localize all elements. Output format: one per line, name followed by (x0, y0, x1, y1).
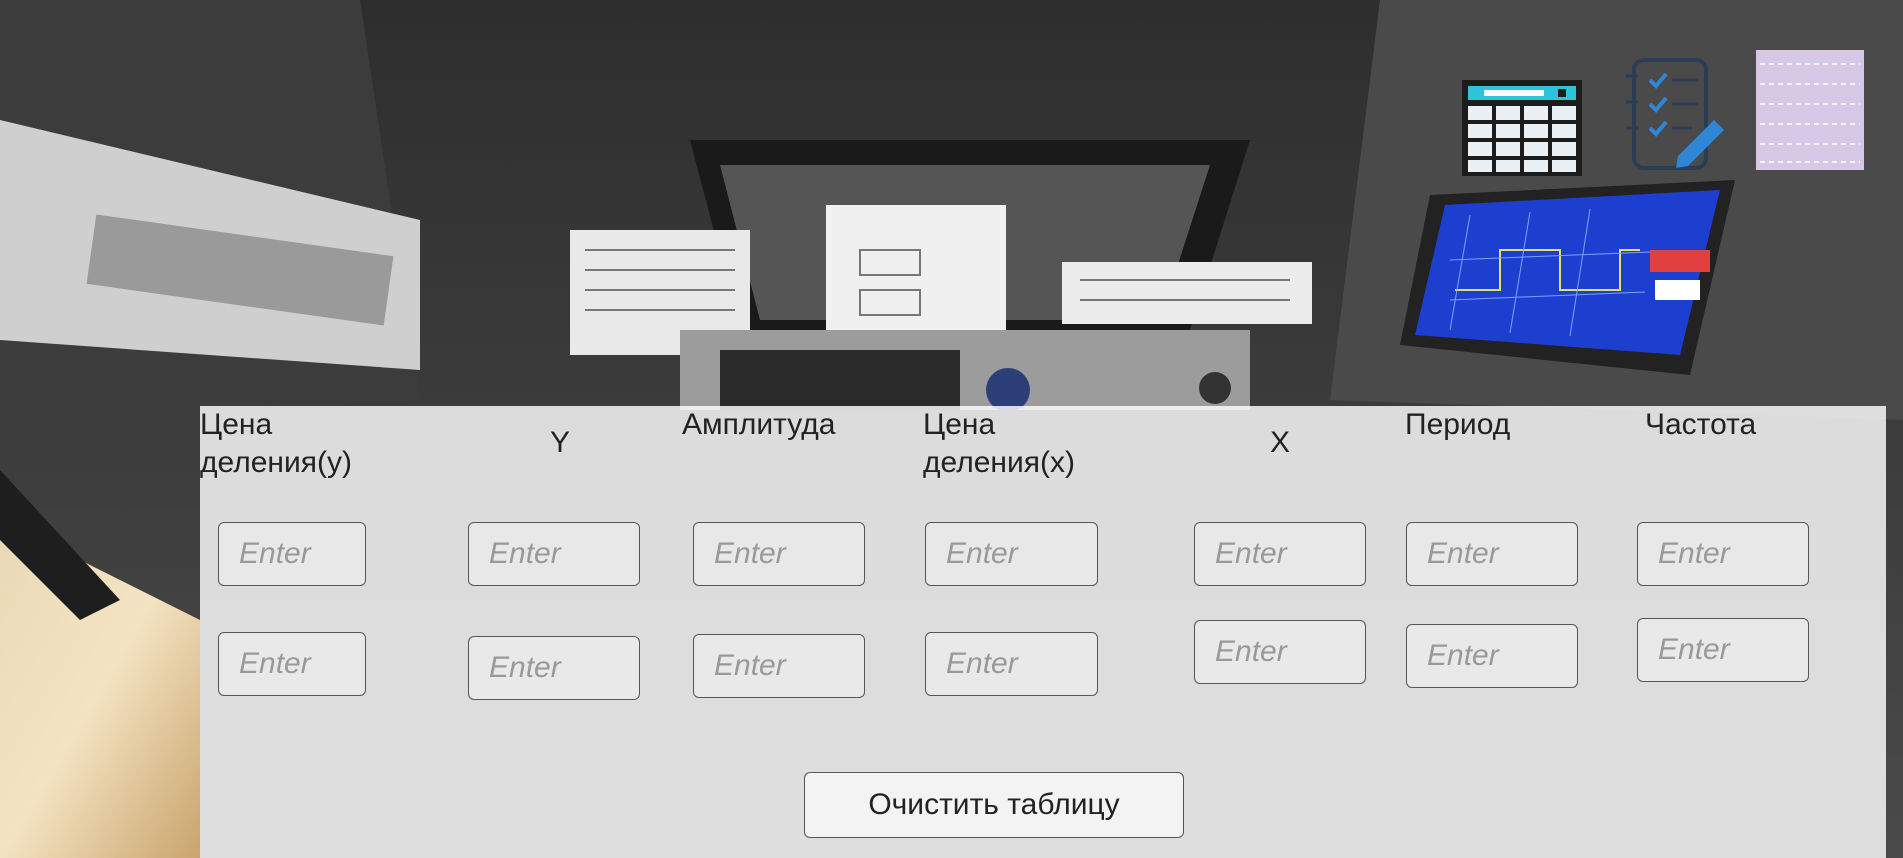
y-input-1[interactable] (469, 523, 639, 585)
cell-y-row2[interactable] (468, 636, 640, 700)
header-period: Период (1405, 408, 1511, 441)
x-input-1[interactable] (1195, 523, 1365, 585)
y-input-2[interactable] (469, 637, 639, 699)
cell-division-x-row1[interactable] (925, 522, 1098, 586)
cell-division-y-row1[interactable] (218, 522, 366, 586)
cell-period-row2[interactable] (1406, 624, 1578, 688)
header-frequency: Частота (1645, 408, 1757, 441)
cell-division-y-row2[interactable] (218, 632, 366, 696)
table-icon[interactable] (1460, 78, 1584, 178)
cell-frequency-row2[interactable] (1637, 618, 1809, 682)
frequency-input-2[interactable] (1638, 619, 1808, 681)
cell-amplitude-row1[interactable] (693, 522, 865, 586)
header-y: Y (550, 426, 571, 459)
cell-division-x-row2[interactable] (925, 632, 1098, 696)
clear-table-button[interactable]: Очистить таблицу (804, 772, 1184, 838)
header-x: X (1270, 426, 1291, 459)
period-input-1[interactable] (1407, 523, 1577, 585)
header-division-y: Цена деления(y) (200, 408, 352, 479)
cell-y-row1[interactable] (468, 522, 640, 586)
division-x-input-2[interactable] (926, 633, 1097, 695)
period-input-2[interactable] (1407, 625, 1577, 687)
x-input-2[interactable] (1195, 621, 1365, 683)
amplitude-input-2[interactable] (694, 635, 864, 697)
cell-amplitude-row2[interactable] (693, 634, 865, 698)
header-division-x: Цена деления(x) (923, 408, 1075, 479)
frequency-input-1[interactable] (1638, 523, 1808, 585)
cell-x-row1[interactable] (1194, 522, 1366, 586)
amplitude-input-1[interactable] (694, 523, 864, 585)
division-y-input-1[interactable] (219, 523, 365, 585)
header-amplitude: Амплитуда (682, 408, 836, 441)
notes-icon[interactable] (1756, 50, 1864, 170)
division-x-input-1[interactable] (926, 523, 1097, 585)
cell-x-row2[interactable] (1194, 620, 1366, 684)
cell-frequency-row1[interactable] (1637, 522, 1809, 586)
cell-period-row1[interactable] (1406, 522, 1578, 586)
division-y-input-2[interactable] (219, 633, 365, 695)
checklist-icon[interactable] (1622, 56, 1728, 176)
